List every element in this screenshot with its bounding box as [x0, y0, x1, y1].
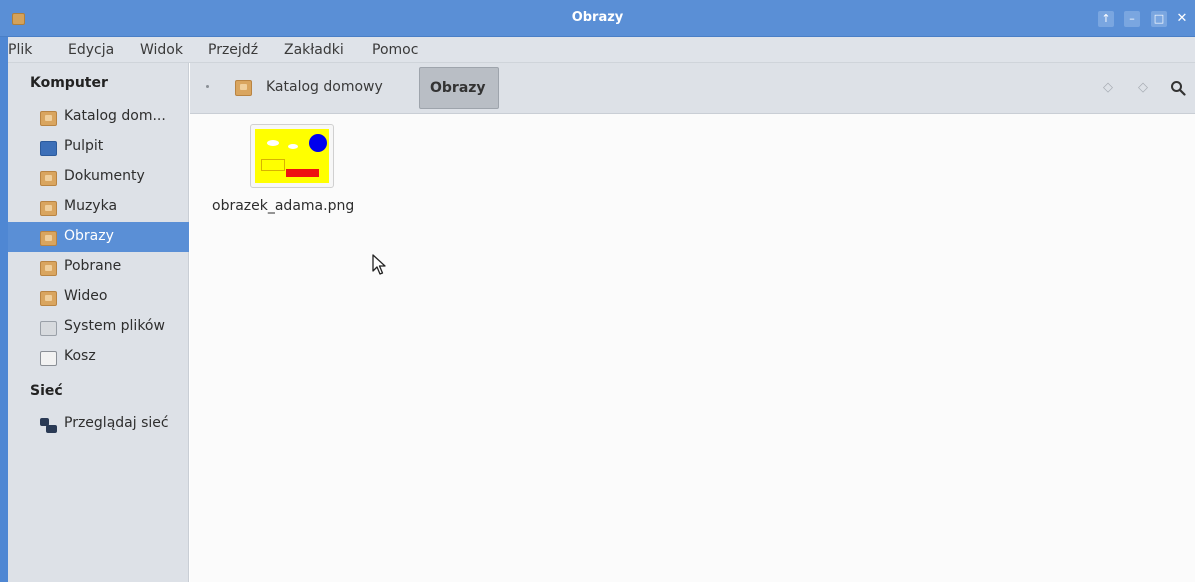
sidebar-item-label: Dokumenty [64, 168, 145, 184]
keep-above-button[interactable]: ↑ [1098, 11, 1114, 27]
sidebar-item-music[interactable]: Muzyka [8, 192, 189, 222]
sidebar-item-documents[interactable]: Dokumenty [8, 162, 189, 192]
path-button-label: Obrazy [430, 80, 486, 96]
sidebar-section-computer[interactable]: Komputer [30, 75, 108, 91]
menu-file[interactable]: Plik [8, 42, 32, 58]
mouse-cursor-icon [372, 254, 386, 275]
sidebar-item-desktop[interactable]: Pulpit [8, 132, 189, 162]
thumbnail-canvas [255, 129, 329, 183]
sidebar-item-downloads[interactable]: Pobrane [8, 252, 189, 282]
menu-edit[interactable]: Edycja [68, 42, 114, 58]
pictures-folder-icon [40, 231, 57, 246]
menu-view[interactable]: Widok [140, 42, 183, 58]
sidebar-item-label: Wideo [64, 288, 108, 304]
sidebar-section-network[interactable]: Sieć [30, 383, 63, 399]
sidebar-item-label: Przeglądaj sieć [64, 415, 169, 431]
home-folder-icon [40, 111, 57, 126]
path-overflow-icon[interactable] [206, 85, 209, 88]
downloads-folder-icon [40, 261, 57, 276]
desktop-icon [40, 141, 57, 156]
path-bar: Katalog domowy Obrazy ◇ ◇ [190, 63, 1195, 114]
videos-folder-icon [40, 291, 57, 306]
menu-help[interactable]: Pomoc [372, 42, 418, 58]
sidebar-item-pictures[interactable]: Obrazy [8, 222, 189, 252]
sidebar-item-label: Obrazy [64, 228, 114, 244]
menu-go[interactable]: Przejdź [208, 42, 258, 58]
close-button[interactable]: ✕ [1174, 11, 1190, 27]
sidebar-item-label: System plików [64, 318, 165, 334]
forward-arrow-icon[interactable]: ◇ [1135, 80, 1151, 96]
minimize-button[interactable]: – [1124, 11, 1140, 27]
image-thumbnail[interactable] [250, 124, 334, 188]
file-item[interactable]: obrazek_adama.png [210, 122, 375, 222]
network-icon [40, 418, 57, 433]
drive-icon [40, 321, 57, 336]
sidebar-item-videos[interactable]: Wideo [8, 282, 189, 312]
file-name[interactable]: obrazek_adama.png [212, 198, 377, 214]
sidebar-item-filesystem[interactable]: System plików [8, 312, 189, 342]
path-button-current[interactable]: Obrazy [419, 67, 499, 109]
documents-folder-icon [40, 171, 57, 186]
trash-icon [40, 351, 57, 366]
home-folder-icon [235, 80, 252, 96]
sidebar-item-label: Muzyka [64, 198, 118, 214]
window-title: Obrazy [571, 10, 624, 25]
sidebar-item-home[interactable]: Katalog dom... [8, 102, 189, 132]
menu-bar: Plik Edycja Widok Przejdź Zakładki Pomoc [0, 37, 1195, 63]
sidebar-item-label: Katalog dom... [64, 108, 166, 124]
maximize-button[interactable]: □ [1151, 11, 1167, 27]
music-folder-icon [40, 201, 57, 216]
sidebar-item-label: Pulpit [64, 138, 104, 154]
title-bar[interactable]: Obrazy ↑ – □ ✕ [0, 0, 1195, 37]
menu-bookmarks[interactable]: Zakładki [284, 42, 344, 58]
sidebar-item-label: Pobrane [64, 258, 122, 274]
sidebar-item-trash[interactable]: Kosz [8, 342, 189, 372]
window-left-edge [0, 37, 8, 582]
search-icon[interactable] [1170, 80, 1186, 96]
file-view[interactable]: obrazek_adama.png [190, 114, 1195, 582]
sidebar-item-browse-network[interactable]: Przeglądaj sieć [8, 409, 189, 439]
path-button-label: Katalog domowy [266, 79, 383, 95]
sidebar: Komputer Katalog dom... Pulpit Dokumenty… [8, 63, 189, 582]
sidebar-item-label: Kosz [64, 348, 96, 364]
back-arrow-icon[interactable]: ◇ [1100, 80, 1116, 96]
